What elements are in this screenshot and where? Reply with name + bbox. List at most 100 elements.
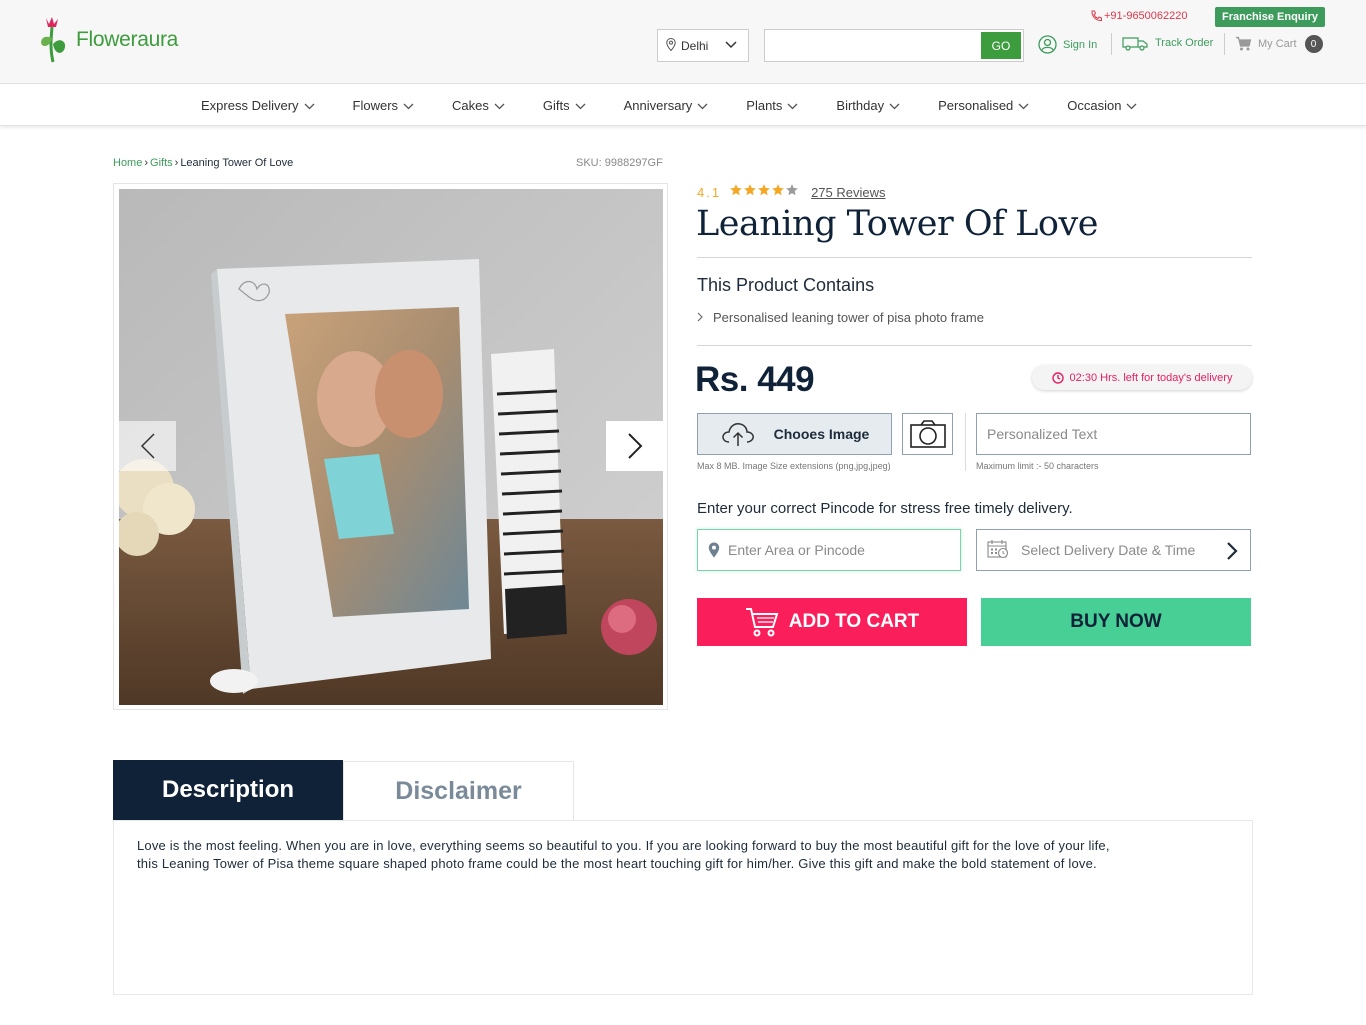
franchise-enquiry-button[interactable]: Franchise Enquiry bbox=[1215, 7, 1325, 27]
chevron-down-icon bbox=[724, 38, 738, 55]
cart-count-badge: 0 bbox=[1304, 35, 1323, 53]
gallery-next-button[interactable] bbox=[606, 421, 663, 471]
star-empty-icon bbox=[785, 183, 799, 202]
breadcrumb: Home › Gifts › Leaning Tower Of Love bbox=[113, 157, 293, 169]
pincode-input[interactable] bbox=[728, 542, 948, 558]
nav-item-express-delivery[interactable]: Express Delivery bbox=[201, 98, 315, 113]
breadcrumb-gifts[interactable]: Gifts bbox=[150, 157, 173, 169]
sign-in-link[interactable]: Sign In bbox=[1038, 35, 1097, 54]
cart-icon bbox=[745, 608, 779, 637]
my-cart-link[interactable]: My Cart 0 bbox=[1235, 35, 1323, 53]
nav-item-label: Birthday bbox=[836, 98, 885, 113]
buy-now-button[interactable]: BUY NOW bbox=[981, 598, 1251, 646]
star-filled-icon bbox=[757, 183, 771, 202]
tab-disclaimer[interactable]: Disclaimer bbox=[343, 761, 574, 821]
pincode-note: Enter your correct Pincode for stress fr… bbox=[697, 500, 1073, 517]
nav-item-flowers[interactable]: Flowers bbox=[353, 98, 415, 113]
phone-number[interactable]: +91-9650062220 bbox=[1090, 10, 1188, 22]
star-filled-icon bbox=[743, 183, 757, 202]
product-sku: SKU: 9988297GF bbox=[576, 157, 663, 169]
chevron-left-icon bbox=[140, 433, 155, 459]
location-pin-icon bbox=[666, 37, 676, 54]
product-photo[interactable] bbox=[119, 189, 663, 705]
pincode-field[interactable] bbox=[697, 529, 961, 571]
header-divider bbox=[1111, 33, 1112, 55]
product-rating: 4.1 275 Reviews bbox=[697, 183, 886, 202]
city-selector[interactable]: Delhi bbox=[657, 29, 749, 62]
camera-icon bbox=[909, 420, 946, 448]
cloud-upload-icon bbox=[721, 423, 754, 446]
breadcrumb-home[interactable]: Home bbox=[113, 157, 142, 169]
user-icon bbox=[1038, 35, 1057, 54]
header-divider bbox=[1224, 33, 1225, 55]
choose-image-button[interactable]: Chooes Image bbox=[697, 413, 892, 455]
product-image-gallery bbox=[113, 183, 668, 710]
nav-item-gifts[interactable]: Gifts bbox=[543, 98, 586, 113]
personalized-text-hint: Maximum limit :- 50 characters bbox=[976, 461, 1099, 471]
description-panel: Love is the most feeling. When you are i… bbox=[113, 820, 1253, 995]
delivery-date-placeholder: Select Delivery Date & Time bbox=[1021, 542, 1196, 558]
contains-item: Personalised leaning tower of pisa photo… bbox=[697, 310, 984, 325]
cart-icon bbox=[1236, 36, 1252, 51]
chevron-down-icon bbox=[570, 98, 586, 113]
breadcrumb-separator: › bbox=[174, 157, 179, 169]
nav-item-label: Cakes bbox=[452, 98, 489, 113]
location-pin-icon bbox=[708, 542, 720, 558]
gallery-prev-button[interactable] bbox=[119, 421, 176, 471]
delivery-truck-icon bbox=[1122, 37, 1148, 51]
sign-in-label: Sign In bbox=[1063, 38, 1098, 51]
nav-item-personalised[interactable]: Personalised bbox=[938, 98, 1029, 113]
nav-item-label: Occasion bbox=[1067, 98, 1122, 113]
choose-image-label: Chooes Image bbox=[773, 426, 870, 442]
delivery-timer-badge: 02:30 Hrs. left for today's delivery bbox=[1032, 365, 1252, 390]
add-to-cart-button[interactable]: ADD TO CART bbox=[697, 598, 967, 646]
add-to-cart-label: ADD TO CART bbox=[788, 611, 920, 632]
chevron-down-icon bbox=[398, 98, 414, 113]
tab-description[interactable]: Description bbox=[113, 760, 343, 820]
flower-logo-icon bbox=[34, 14, 72, 64]
nav-item-cakes[interactable]: Cakes bbox=[452, 98, 505, 113]
nav-menu: Express Delivery Flowers Cakes Gifts Anniver… bbox=[201, 85, 1175, 126]
track-order-link[interactable]: Track Order bbox=[1122, 35, 1213, 51]
divider bbox=[697, 345, 1252, 346]
nav-item-label: Flowers bbox=[352, 98, 399, 113]
chevron-right-icon bbox=[627, 433, 642, 459]
phone-icon bbox=[1091, 10, 1102, 22]
description-text: Love is the most feeling. When you are i… bbox=[137, 838, 1110, 871]
nav-item-anniversary[interactable]: Anniversary bbox=[624, 98, 709, 113]
nav-item-label: Gifts bbox=[542, 98, 570, 113]
delivery-timer-text: 02:30 Hrs. left for today's delivery bbox=[1069, 371, 1233, 384]
track-order-label: Track Order bbox=[1155, 37, 1214, 49]
delivery-date-selector[interactable]: Select Delivery Date & Time bbox=[976, 529, 1251, 571]
product-price: Rs. 449 bbox=[695, 360, 815, 399]
flowerella-logo[interactable]: Floweraura bbox=[34, 14, 178, 64]
contains-heading: This Product Contains bbox=[697, 275, 875, 295]
chevron-down-icon bbox=[299, 98, 315, 113]
divider bbox=[965, 413, 966, 471]
search-go-button[interactable]: GO bbox=[981, 32, 1021, 59]
chevron-down-icon bbox=[1013, 98, 1029, 113]
nav-item-label: Express Delivery bbox=[201, 98, 299, 113]
chevron-right-icon bbox=[697, 310, 703, 325]
nav-item-occasion[interactable]: Occasion bbox=[1067, 98, 1137, 113]
nav-item-birthday[interactable]: Birthday bbox=[836, 98, 900, 113]
chevron-down-icon bbox=[1121, 98, 1137, 113]
chevron-down-icon bbox=[489, 98, 505, 113]
nav-item-plants[interactable]: Plants bbox=[746, 98, 798, 113]
chevron-down-icon bbox=[884, 98, 900, 113]
star-filled-icon bbox=[729, 183, 743, 202]
chevron-down-icon bbox=[692, 98, 708, 113]
star-rating bbox=[729, 183, 799, 202]
breadcrumb-current: Leaning Tower Of Love bbox=[180, 157, 294, 169]
camera-button[interactable] bbox=[902, 413, 953, 455]
search-input[interactable] bbox=[765, 30, 979, 61]
contains-item-label: Personalised leaning tower of pisa photo… bbox=[713, 310, 984, 325]
personalized-text-input[interactable] bbox=[976, 413, 1251, 455]
clock-icon bbox=[1051, 371, 1064, 384]
star-filled-icon bbox=[771, 183, 785, 202]
search-box: GO bbox=[764, 29, 1024, 62]
divider bbox=[697, 257, 1252, 258]
my-cart-label: My Cart bbox=[1258, 38, 1297, 50]
reviews-link[interactable]: 275 Reviews bbox=[811, 185, 885, 200]
phone-label: +91-9650062220 bbox=[1104, 10, 1188, 22]
